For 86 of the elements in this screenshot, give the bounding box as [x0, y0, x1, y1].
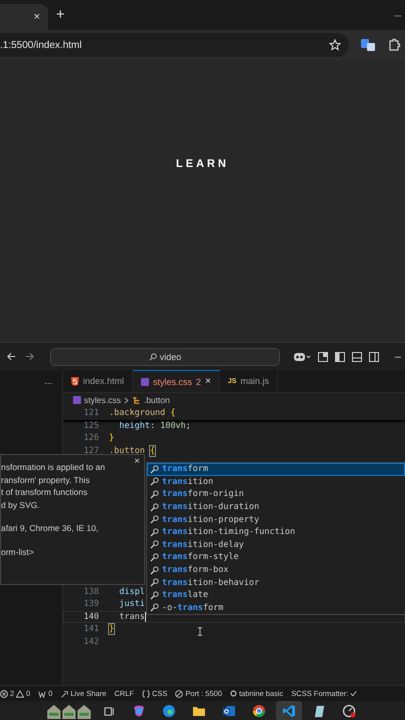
layout-icon[interactable] [318, 352, 328, 362]
html-file-icon [71, 376, 79, 386]
more-actions-button[interactable]: ... [44, 376, 52, 386]
ring-icon [230, 690, 238, 697]
line-number: 127 [82, 446, 100, 456]
suggestion-item[interactable]: -o-transform [147, 602, 405, 614]
search-icon [148, 352, 157, 360]
documentation-text: t of transform functions [1, 486, 88, 498]
code-line: } [109, 433, 114, 444]
error-icon [0, 690, 8, 698]
code-editor-icon [282, 704, 296, 718]
live-share-icon [60, 690, 69, 698]
line-number: 142 [82, 637, 100, 648]
mail-app-icon [222, 704, 236, 718]
suggestion-item[interactable]: transition [147, 476, 405, 488]
suggestion-item[interactable]: transform-style [147, 551, 405, 564]
code-line: } [109, 624, 114, 634]
browser-tab[interactable]: × [0, 4, 48, 30]
forward-arrow-icon[interactable] [24, 351, 35, 362]
command-search-field[interactable]: video [50, 348, 280, 366]
minimize-button[interactable]: – [394, 8, 401, 22]
editor-tab[interactable]: styles.css 2 × [133, 370, 220, 392]
code-line: justi [118, 599, 145, 610]
suggestion-item[interactable]: transition-property [147, 513, 405, 526]
documentation-text: afari 9, Chrome 36, IE 10, [1, 522, 98, 534]
i-beam-cursor-icon [197, 626, 203, 637]
secondary-sidebar-icon[interactable] [369, 352, 379, 362]
close-tab-button[interactable]: × [205, 376, 211, 387]
suggestion-item[interactable]: translate [147, 588, 405, 602]
line-number: 121 [82, 408, 100, 418]
task-view-icon [104, 706, 114, 716]
text-cursor [144, 612, 146, 622]
line-number: 125 [82, 420, 100, 431]
symbol-icon [132, 396, 141, 404]
suggestion-item[interactable]: transition-timing-function [147, 526, 405, 539]
panel-toggle-icon[interactable] [352, 352, 362, 362]
back-arrow-icon[interactable] [6, 351, 17, 362]
line-number: 139 [82, 599, 100, 610]
minimize-button[interactable]: – [394, 350, 401, 362]
notepad-icon [312, 704, 326, 718]
css-file-icon [73, 396, 81, 404]
code-line: height: 100vh; [118, 420, 191, 431]
gauge-icon [342, 704, 356, 718]
documentation-text: d by SVG. [1, 498, 40, 511]
houses-icon [46, 702, 92, 720]
chrome-icon [252, 704, 266, 718]
new-tab-button[interactable]: + [56, 6, 65, 23]
code-line: .background { [109, 408, 176, 418]
address-bar[interactable]: .1:5500/index.html [0, 33, 349, 57]
line-number: 141 [82, 624, 100, 634]
star-icon[interactable] [329, 39, 341, 51]
code-line: .button { [109, 446, 156, 456]
line-number: 126 [82, 433, 100, 444]
warning-icon [16, 690, 24, 698]
check-icon [350, 690, 358, 697]
browser-app-icon [162, 704, 176, 718]
suggestion-item[interactable]: transform-origin [147, 488, 405, 501]
extensions-icon[interactable] [387, 38, 401, 52]
page-heading: LEARN [176, 158, 229, 170]
copilot-icon[interactable] [293, 350, 311, 362]
suggestion-item[interactable]: transform-box [147, 564, 405, 576]
code-line: displ [118, 586, 145, 597]
close-button[interactable]: × [134, 456, 140, 467]
copilot-app-icon [132, 704, 146, 718]
braces-icon [142, 690, 150, 698]
breadcrumb-item[interactable]: styles.css [84, 395, 121, 405]
sidebar-toggle-icon[interactable] [335, 352, 345, 362]
suggestion-item[interactable]: transition-delay [147, 538, 405, 552]
suggestion-item[interactable]: transition-behavior [147, 576, 405, 589]
chevron-icon [124, 396, 129, 404]
translate-icon[interactable] [361, 38, 375, 52]
suggestion-item[interactable]: transition-duration [147, 500, 405, 514]
folder-icon [192, 705, 206, 717]
breadcrumb-item[interactable]: .button [144, 395, 170, 405]
code-line: trans [118, 612, 145, 622]
line-number: 140 [82, 612, 100, 622]
url-text: .1:5500/index.html [0, 40, 83, 50]
documentation-text: orm-list> [1, 546, 34, 558]
close-tab-button[interactable]: × [34, 11, 40, 23]
problem-count: 2 [196, 376, 202, 386]
documentation-text: ransform' property. This [1, 474, 90, 486]
line-number: 138 [82, 586, 100, 597]
suggestion-item[interactable]: transform [147, 463, 405, 476]
documentation-text: nsformation is applied to an [1, 461, 105, 474]
no-entry-icon [175, 690, 184, 698]
css-file-icon [141, 378, 150, 386]
